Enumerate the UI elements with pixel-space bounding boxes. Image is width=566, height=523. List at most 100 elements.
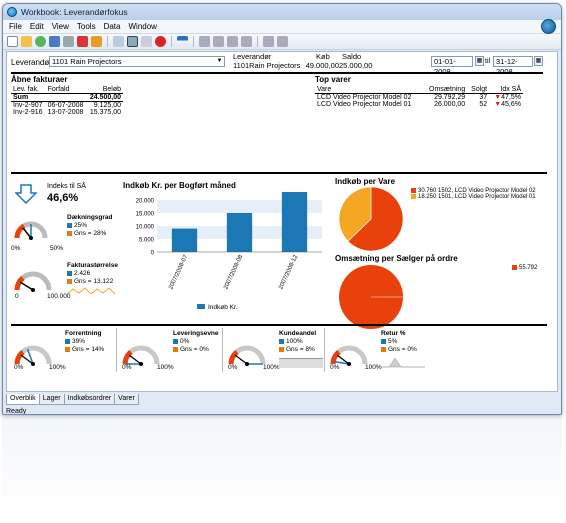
- kpi-gns: Gns = 8%: [286, 346, 315, 353]
- legend-swatch: [411, 194, 416, 200]
- bar-chart: 20.000 15.000 10.000 5.000 0 2007/2008-07 2007…: [136, 192, 322, 311]
- date-to-field[interactable]: 31-12-2008: [493, 56, 533, 76]
- toolbar-separator: [257, 36, 258, 47]
- table-row[interactable]: Inv-2-916 13-07-2008 15.375,00: [11, 109, 123, 116]
- kpi-gns-row: Gns = 14%: [65, 346, 104, 353]
- gauge-max: 50%: [50, 245, 64, 252]
- cell: 26.000,00: [434, 101, 466, 108]
- export-icon[interactable]: [91, 36, 102, 47]
- kpi-block: 0% 100% Retur % 5% Gns = 0%: [324, 328, 431, 378]
- pdf-icon[interactable]: [77, 36, 88, 47]
- x-tick-label: 2007/2008-12: [278, 254, 299, 291]
- tab-varer[interactable]: Varer: [114, 394, 139, 405]
- table-row[interactable]: LCD Video Projector Model 02 29.792,29 3…: [315, 94, 523, 101]
- daekning-value: 25%: [74, 222, 88, 229]
- window-title: Workbook: Leverandørfokus: [21, 7, 128, 17]
- grid-icon[interactable]: [141, 36, 152, 47]
- kpi-gns: Gns = 0%: [388, 346, 417, 353]
- save-icon[interactable]: [49, 36, 60, 47]
- copy-icon[interactable]: [113, 36, 124, 47]
- y-tick-label: 15.000: [136, 212, 155, 218]
- cell: LCD Video Projector Model 01: [317, 101, 412, 108]
- menu-file[interactable]: File: [9, 22, 22, 31]
- kpi-separator: [324, 328, 325, 372]
- legend-swatch: [381, 346, 386, 352]
- legend-swatch: [197, 304, 205, 309]
- arrow-up-icon[interactable]: [263, 36, 274, 47]
- chevron-down-icon[interactable]: ▼: [215, 57, 224, 66]
- kpi-value: 39%: [72, 338, 86, 345]
- daekning-gauge: [14, 221, 48, 240]
- expand-icon[interactable]: [241, 36, 252, 47]
- layout-icon[interactable]: [127, 36, 138, 47]
- sum-label: Sum: [13, 94, 29, 101]
- sort-asc-icon[interactable]: [199, 36, 210, 47]
- menu-data[interactable]: Data: [104, 22, 121, 31]
- status-bar: Ready: [6, 407, 558, 414]
- y-tick-label: 0: [151, 251, 155, 257]
- kpi-sparkline: [279, 358, 323, 368]
- tab-indkobsordrer[interactable]: Indkøbsordrer: [63, 394, 116, 405]
- tab-overblik[interactable]: Overblik: [6, 394, 40, 405]
- kpi-spark-svg: [381, 357, 425, 368]
- col-header: Beløb: [102, 86, 121, 93]
- stop-icon[interactable]: [155, 36, 166, 47]
- cell: 06-07-2008: [47, 102, 84, 109]
- menu-edit[interactable]: Edit: [30, 22, 44, 31]
- cell: LCD Video Projector Model 02: [317, 94, 412, 101]
- pie2-title: Omsætning per Sælger på ordre: [335, 254, 458, 263]
- cell: Inv-2-916: [13, 109, 43, 116]
- toolbar-separator: [107, 36, 108, 47]
- cell: 9.125,00: [93, 102, 121, 109]
- leverandor-value: 1101 Rain Projectors: [52, 57, 122, 66]
- filter-icon[interactable]: [177, 36, 188, 47]
- divider: [11, 324, 547, 326]
- table-row[interactable]: Inv-2-907 06-07-2008 9.125,00: [11, 102, 123, 109]
- workbook-window: Workbook: Leverandørfokus File Edit View…: [2, 3, 562, 415]
- menu-bar: File Edit View Tools Data Window: [3, 20, 561, 34]
- bar: [226, 213, 253, 252]
- arrow-down-icon[interactable]: [277, 36, 288, 47]
- calendar-icon[interactable]: ▦: [475, 56, 484, 66]
- open-icon[interactable]: [21, 36, 32, 47]
- tab-lager[interactable]: Lager: [38, 394, 65, 405]
- kpi-value: 5%: [388, 338, 398, 345]
- leverandor-label: Leverandør: [11, 58, 52, 67]
- arrow-down-icon: [15, 184, 37, 204]
- toolbar-separator: [193, 36, 194, 47]
- open-invoices-table: Lev. fak. Forfald Beløb Sum 24.500,00 In…: [11, 86, 123, 116]
- menu-view[interactable]: View: [52, 22, 69, 31]
- calendar-icon[interactable]: ▦: [534, 56, 543, 66]
- menu-window[interactable]: Window: [128, 22, 156, 31]
- collapse-icon[interactable]: [227, 36, 238, 47]
- date-from-field[interactable]: 01-01-2008: [431, 56, 473, 76]
- kpi-sparkline: [381, 356, 425, 370]
- pie-chart: [339, 265, 403, 329]
- faktura-sparkline: [67, 287, 116, 295]
- gauge-max: 100%: [157, 364, 174, 371]
- kpi-separator: [116, 328, 117, 372]
- sort-desc-icon[interactable]: [213, 36, 224, 47]
- kpi-value: 0%: [180, 338, 190, 345]
- legend-swatch: [279, 338, 284, 344]
- col-header: Lev. fak.: [13, 86, 39, 93]
- cell: 45,6%: [501, 101, 521, 108]
- print-icon[interactable]: [63, 36, 74, 47]
- table-row[interactable]: LCD Video Projector Model 01 26.000,00 5…: [315, 101, 523, 108]
- refresh-icon[interactable]: [35, 36, 46, 47]
- kpi-gns: Gns = 14%: [72, 346, 105, 353]
- menu-tools[interactable]: Tools: [77, 22, 96, 31]
- top-items-title: Top varer: [315, 75, 351, 84]
- kpi-label: Forrentning: [65, 330, 102, 337]
- legend-label: Indkøb Kr.: [208, 304, 238, 311]
- window-reflection: [2, 417, 562, 517]
- bar: [281, 192, 308, 252]
- kpi-label: Retur %: [381, 330, 406, 337]
- pie1-legend: 30.760 1502, LCD Video Projector Model 0…: [411, 188, 536, 200]
- faktura-label: Fakturastørrelse: [67, 262, 118, 269]
- open-invoices-title: Åbne fakturaer: [11, 75, 68, 84]
- legend-swatch: [67, 278, 72, 284]
- cell: 37: [479, 94, 488, 101]
- leverandor-combo[interactable]: 1101 Rain Projectors ▼: [49, 56, 225, 67]
- new-icon[interactable]: [7, 36, 18, 47]
